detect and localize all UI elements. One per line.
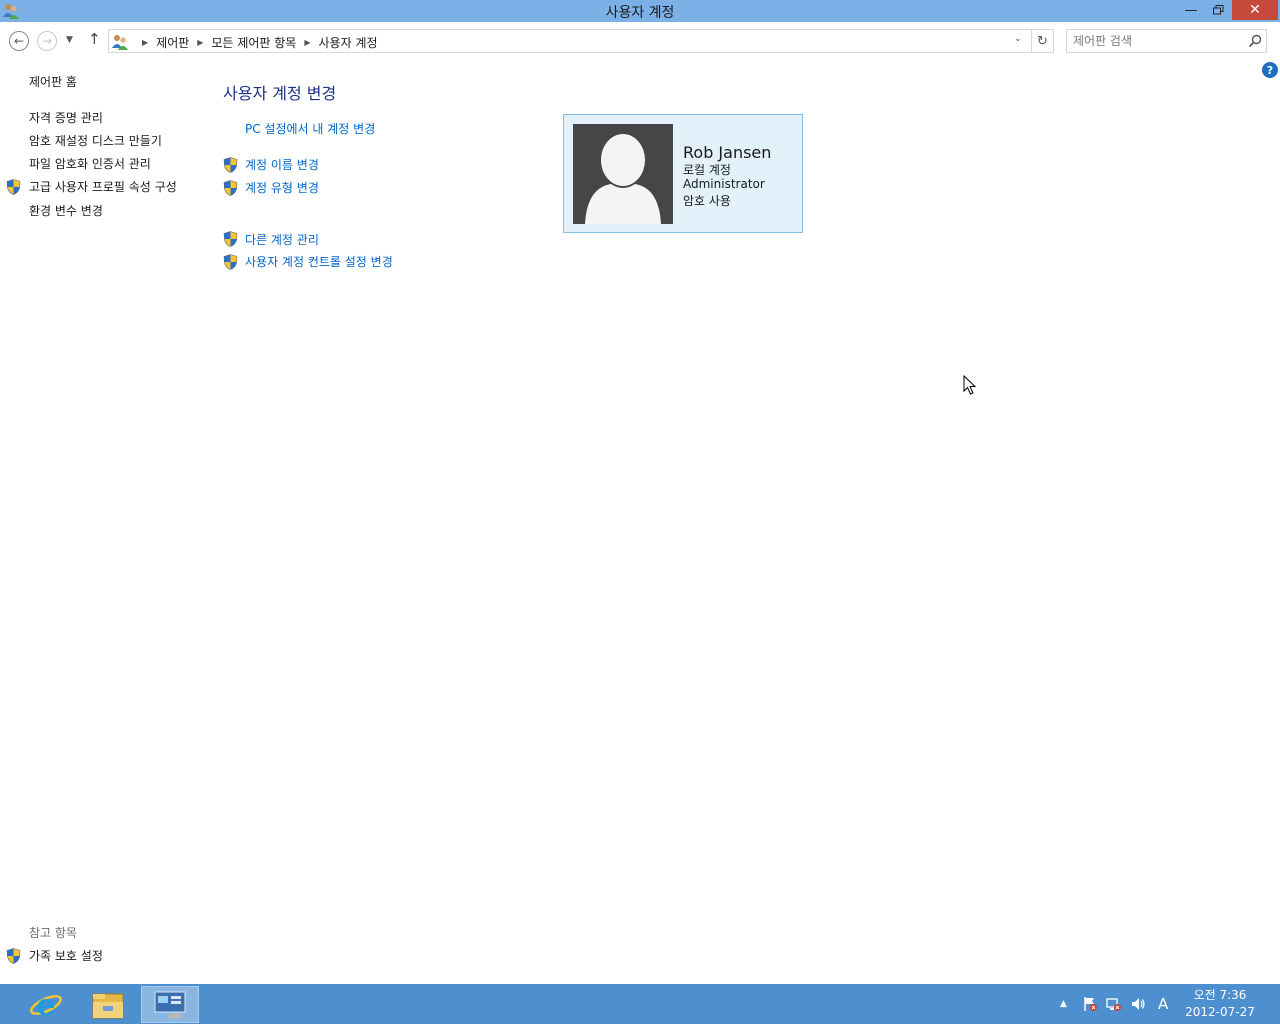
minimize-icon: — (1184, 2, 1198, 18)
restore-button[interactable] (1205, 0, 1231, 20)
title-bar: 사용자 계정 — ✕ (0, 0, 1280, 22)
breadcrumb-separator-icon[interactable]: ▶ (304, 38, 310, 47)
uac-shield-icon (6, 179, 21, 195)
create-password-reset-disk-link[interactable]: 암호 재설정 디스크 만들기 (29, 132, 162, 149)
refresh-button[interactable]: ↻ (1031, 30, 1053, 52)
account-type-label: 로컬 계정 (683, 163, 731, 177)
internet-explorer-icon: e (30, 988, 62, 1022)
search-box[interactable] (1066, 29, 1267, 53)
change-account-type-link[interactable]: 계정 유형 변경 (245, 179, 319, 196)
network-disconnected-icon (1106, 998, 1121, 1011)
restore-icon (1212, 5, 1223, 15)
user-account-tile: Rob Jansen 로컬 계정 Administrator 암호 사용 (563, 114, 803, 233)
mouse-cursor-icon (963, 375, 977, 395)
back-button[interactable]: ← (9, 31, 29, 51)
help-button[interactable]: ? (1262, 62, 1278, 78)
user-silhouette-icon (585, 134, 661, 224)
action-center-icon[interactable] (1082, 996, 1098, 1016)
breadcrumb-separator-icon[interactable]: ▶ (197, 38, 203, 47)
arrow-right-icon: → (41, 34, 53, 48)
flag-icon (1084, 997, 1097, 1011)
breadcrumb-user-accounts[interactable]: 사용자 계정 (319, 34, 378, 51)
chevron-down-icon: ▼ (66, 35, 73, 45)
uac-shield-icon (223, 180, 238, 196)
navigation-bar: ← → ▼ ↑ ▶ 제어판 ▶ 모든 제어판 항목 ▶ 사용자 계정 ⌄ ↻ (0, 22, 1280, 60)
manage-encryption-certificates-link[interactable]: 파일 암호화 인증서 관리 (29, 155, 151, 172)
avatar (573, 124, 673, 224)
breadcrumb-separator-icon[interactable]: ▶ (142, 38, 148, 47)
volume-icon[interactable] (1130, 996, 1146, 1016)
close-icon: ✕ (1249, 2, 1261, 18)
family-safety-link[interactable]: 가족 보호 설정 (29, 947, 103, 964)
taskbar-internet-explorer[interactable]: e (17, 986, 75, 1023)
speaker-icon (1132, 998, 1145, 1010)
change-uac-settings-link[interactable]: 사용자 계정 컨트롤 설정 변경 (245, 253, 393, 270)
arrow-left-icon: ← (13, 34, 25, 48)
show-hidden-icons-button[interactable]: ▲ (1060, 999, 1067, 1009)
refresh-icon: ↻ (1037, 33, 1048, 49)
user-name: Rob Jansen (683, 143, 772, 162)
change-account-in-pc-settings-link[interactable]: PC 설정에서 내 계정 변경 (245, 120, 375, 137)
system-clock[interactable]: 오전 7:36 2012-07-27 (1180, 987, 1260, 1021)
see-also-heading: 참고 항목 (29, 926, 77, 940)
minimize-button[interactable]: — (1178, 0, 1204, 20)
chevron-up-icon: ▲ (1060, 999, 1067, 1009)
input-language-indicator[interactable]: A (1158, 995, 1168, 1013)
taskbar-file-explorer[interactable] (79, 986, 137, 1023)
manage-another-account-link[interactable]: 다른 계정 관리 (245, 231, 319, 248)
search-input[interactable] (1073, 33, 1243, 49)
page-title: 사용자 계정 변경 (223, 84, 337, 103)
taskbar: e ▲ A 오전 7:36 2012-07-27 (0, 984, 1280, 1024)
forward-button[interactable]: → (37, 31, 57, 51)
breadcrumb: ▶ 제어판 ▶ 모든 제어판 항목 ▶ 사용자 계정 (109, 33, 378, 51)
account-role-label: Administrator (683, 177, 765, 191)
search-icon[interactable] (1247, 33, 1263, 49)
chevron-down-icon: ⌄ (1014, 34, 1022, 44)
close-button[interactable]: ✕ (1232, 0, 1278, 20)
recent-locations-button[interactable]: ▼ (66, 35, 73, 45)
control-panel-icon (154, 991, 186, 1019)
clock-date: 2012-07-27 (1185, 1005, 1255, 1019)
arrow-up-icon: ↑ (88, 30, 101, 48)
file-explorer-icon (92, 993, 124, 1018)
network-icon[interactable] (1106, 996, 1122, 1016)
uac-shield-icon (6, 948, 21, 964)
breadcrumb-control-panel[interactable]: 제어판 (156, 34, 189, 51)
uac-shield-icon (223, 157, 238, 173)
taskbar-control-panel[interactable] (141, 986, 199, 1023)
clock-time: 오전 7:36 (1193, 988, 1247, 1002)
address-dropdown-button[interactable]: ⌄ (1014, 34, 1022, 44)
uac-shield-icon (223, 231, 238, 247)
advanced-profile-properties-link[interactable]: 고급 사용자 프로필 속성 구성 (29, 178, 177, 195)
control-panel-home-link[interactable]: 제어판 홈 (29, 73, 77, 90)
manage-credentials-link[interactable]: 자격 증명 관리 (29, 109, 103, 126)
password-status-label: 암호 사용 (683, 194, 731, 208)
uac-shield-icon (223, 254, 238, 270)
change-account-name-link[interactable]: 계정 이름 변경 (245, 156, 319, 173)
control-panel-icon (112, 35, 128, 50)
address-bar[interactable]: ▶ 제어판 ▶ 모든 제어판 항목 ▶ 사용자 계정 ⌄ ↻ (108, 29, 1054, 53)
svg-text:e: e (36, 988, 55, 1022)
help-icon: ? (1266, 63, 1274, 77)
window-title: 사용자 계정 (605, 5, 675, 21)
up-button[interactable]: ↑ (88, 30, 101, 48)
environment-variables-link[interactable]: 환경 변수 변경 (29, 202, 103, 219)
breadcrumb-all-items[interactable]: 모든 제어판 항목 (211, 34, 296, 51)
